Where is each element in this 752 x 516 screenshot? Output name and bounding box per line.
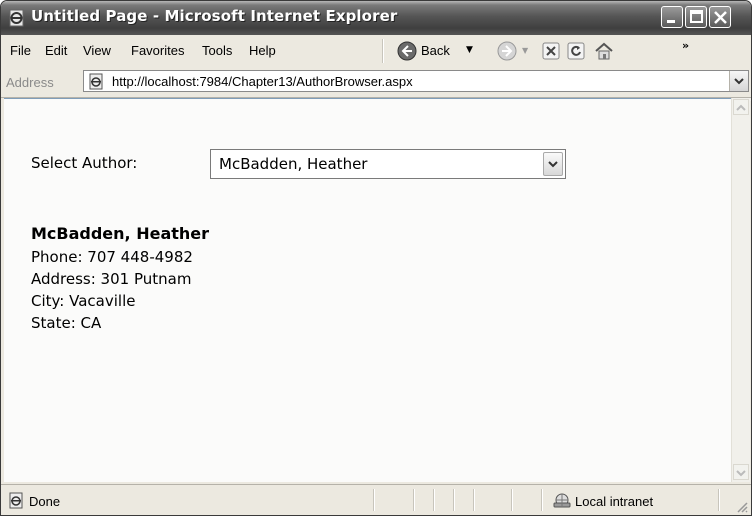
scroll-up-button[interactable] xyxy=(733,99,749,115)
chevron-down-icon xyxy=(548,161,558,168)
menu-bar: File Edit View Favorites Tools Help Back… xyxy=(1,35,751,101)
back-label: Back xyxy=(421,43,450,58)
author-city: City: Vacaville xyxy=(31,292,136,310)
status-separator xyxy=(541,489,543,511)
status-text: Done xyxy=(29,494,61,509)
browser-window: Untitled Page - Microsoft Internet Explo… xyxy=(0,0,752,516)
address-field[interactable]: http://localhost:7984/Chapter13/AuthorBr… xyxy=(83,70,749,92)
back-arrow-icon xyxy=(397,41,417,61)
toolbar-overflow[interactable]: » xyxy=(682,39,689,52)
menu-favorites[interactable]: Favorites xyxy=(131,43,184,58)
address-dropdown-button[interactable] xyxy=(729,71,748,91)
close-button[interactable] xyxy=(709,6,731,28)
stop-icon[interactable] xyxy=(542,42,560,60)
address-bar: Address http://localhost:7984/Chapter13/… xyxy=(1,67,751,98)
chevron-up-icon xyxy=(736,104,746,111)
maximize-button[interactable] xyxy=(685,6,707,28)
select-author-label: Select Author: xyxy=(31,154,138,172)
menu-help[interactable]: Help xyxy=(249,43,276,58)
status-separator xyxy=(413,489,415,511)
page-icon xyxy=(89,73,103,90)
vertical-scrollbar[interactable] xyxy=(731,98,750,482)
back-dropdown-icon[interactable]: ▼ xyxy=(466,45,473,55)
menu-view[interactable]: View xyxy=(83,43,111,58)
forward-dropdown-icon[interactable]: ▼ xyxy=(522,46,528,55)
refresh-icon[interactable] xyxy=(567,42,585,60)
toolbar-separator xyxy=(382,39,384,63)
resize-grip-icon[interactable] xyxy=(734,499,748,513)
minimize-button[interactable] xyxy=(661,6,683,28)
menu-tools[interactable]: Tools xyxy=(202,43,232,58)
author-state: State: CA xyxy=(31,314,102,332)
chevron-down-icon xyxy=(734,78,744,85)
close-icon xyxy=(714,11,727,24)
intranet-icon xyxy=(553,493,571,508)
author-select[interactable]: McBadden, Heather xyxy=(210,149,566,179)
status-separator xyxy=(473,489,475,511)
home-icon[interactable] xyxy=(594,41,614,61)
forward-arrow-icon[interactable] xyxy=(497,41,517,61)
author-phone: Phone: 707 448-4982 xyxy=(31,248,193,266)
security-zone: Local intranet xyxy=(575,494,654,509)
maximize-icon xyxy=(690,10,703,23)
page-icon xyxy=(9,492,23,509)
window-title: Untitled Page - Microsoft Internet Explo… xyxy=(31,7,398,25)
status-separator xyxy=(433,489,435,511)
status-bar: Done Local intranet xyxy=(1,484,751,515)
chevron-down-icon xyxy=(736,470,746,477)
menu-edit[interactable]: Edit xyxy=(45,43,67,58)
author-select-value: McBadden, Heather xyxy=(219,155,368,173)
minimize-icon xyxy=(667,20,675,23)
author-address: Address: 301 Putnam xyxy=(31,270,192,288)
author-name: McBadden, Heather xyxy=(31,224,210,243)
status-separator xyxy=(511,489,513,511)
scroll-down-button[interactable] xyxy=(733,464,749,480)
address-url[interactable]: http://localhost:7984/Chapter13/AuthorBr… xyxy=(112,74,413,89)
status-separator xyxy=(373,489,375,511)
author-select-dropdown-button[interactable] xyxy=(543,152,563,176)
title-bar[interactable]: Untitled Page - Microsoft Internet Explo… xyxy=(1,1,751,35)
menu-file[interactable]: File xyxy=(10,43,31,58)
back-button[interactable]: Back ▼ xyxy=(397,39,483,63)
page-content: Select Author: McBadden, Heather McBadde… xyxy=(4,98,731,482)
ie-icon xyxy=(7,8,27,28)
status-separator xyxy=(453,489,455,511)
address-label: Address xyxy=(6,75,54,90)
status-separator xyxy=(718,489,720,511)
